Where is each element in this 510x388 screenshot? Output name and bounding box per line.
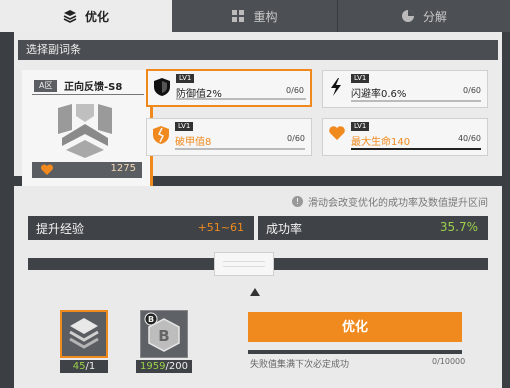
equipment-card[interactable]: A区 正向反馈-S8 1275 xyxy=(22,70,150,188)
level-badge: LV1 xyxy=(175,122,194,131)
stat-progress: 0/60 xyxy=(463,86,481,95)
level-badge: LV1 xyxy=(351,74,370,83)
fail-label: 失败值集满下次必定成功 xyxy=(250,360,350,370)
item-need: /1 xyxy=(85,361,96,372)
item-have: 45 xyxy=(72,361,86,372)
exp-value: +51~61 xyxy=(197,221,244,234)
currency-count: 1959/200 xyxy=(136,360,192,373)
equipment-emblem-icon xyxy=(58,104,112,158)
equipment-value-bar: 1275 xyxy=(32,162,142,178)
item-have: 1959 xyxy=(140,361,166,372)
tab-optimize-label: 优化 xyxy=(84,9,109,24)
slider-handle[interactable] xyxy=(214,252,274,276)
stat-progress-track xyxy=(175,148,305,150)
stat-name: 破甲值8 xyxy=(175,137,212,148)
stat-progress: 0/60 xyxy=(286,86,304,95)
broken-shield-icon xyxy=(153,126,169,144)
tab-rebuild[interactable]: 重构 xyxy=(172,0,338,32)
optimize-button[interactable]: 优化 xyxy=(248,312,462,342)
material-item-count: 45/1 xyxy=(60,360,108,373)
lightning-icon xyxy=(331,78,341,96)
rate-label: 成功率 xyxy=(266,222,303,236)
pie-icon xyxy=(401,10,414,22)
tab-decompose[interactable]: 分解 xyxy=(338,0,510,32)
tab-optimize[interactable]: 优化 xyxy=(0,0,172,32)
item-need: /200 xyxy=(165,361,188,372)
slider-hint: ! 滑动会改变优化的成功率及数值提升区间 xyxy=(292,194,488,209)
stat-progress-track xyxy=(176,98,306,100)
stat-name: 最大生命140 xyxy=(351,137,411,148)
tab-bar: 优化 重构 分解 xyxy=(0,0,510,32)
svg-text:B: B xyxy=(148,315,154,324)
b-coin-icon: B B xyxy=(144,312,180,352)
tab-decompose-label: 分解 xyxy=(422,9,447,24)
svg-text:B: B xyxy=(158,327,169,345)
stat-armor-break[interactable]: LV1 破甲值8 0/60 xyxy=(146,118,312,156)
stat-progress-track xyxy=(351,100,481,102)
level-badge: LV1 xyxy=(351,122,370,131)
heart-icon xyxy=(40,164,54,175)
heart-icon xyxy=(329,126,345,140)
stat-progress: 0/60 xyxy=(287,134,305,143)
tab-rebuild-label: 重构 xyxy=(253,9,278,24)
stat-max-hp[interactable]: LV1 最大生命140 40/60 xyxy=(322,118,488,156)
hint-text: 滑动会改变优化的成功率及数值提升区间 xyxy=(308,198,488,209)
stat-name: 闪避率0.6% xyxy=(351,89,407,100)
exp-gain-bar: 提升经验 +51~61 xyxy=(28,216,254,240)
stat-evasion[interactable]: LV1 闪避率0.6% 0/60 xyxy=(322,70,488,108)
shield-icon xyxy=(154,78,170,96)
stat-defense[interactable]: LV1 防御值2% 0/60 xyxy=(146,69,312,107)
fail-count: 0/10000 xyxy=(432,357,466,366)
divider xyxy=(32,94,144,95)
equipment-name: 正向反馈-S8 xyxy=(64,82,123,93)
rate-value: 35.7% xyxy=(439,220,478,234)
blocks-icon xyxy=(232,10,245,22)
substat-panel: 选择副词条 A区 正向反馈-S8 1275 LV1 防御值2% 0/60 LV1… xyxy=(14,32,502,188)
stack-icon xyxy=(69,318,99,349)
area-badge: A区 xyxy=(34,80,58,92)
panel-header: 选择副词条 xyxy=(18,40,498,60)
exp-label: 提升经验 xyxy=(36,222,85,236)
layers-icon xyxy=(63,10,77,23)
fail-progress-track xyxy=(248,350,462,354)
optimize-panel: ! 滑动会改变优化的成功率及数值提升区间 提升经验 +51~61 成功率 35.… xyxy=(14,186,502,388)
grip-lines xyxy=(223,261,265,267)
equipment-value: 1275 xyxy=(110,163,136,174)
material-item-stack[interactable] xyxy=(60,310,108,358)
info-icon: ! xyxy=(292,196,303,207)
success-rate-bar: 成功率 35.7% xyxy=(258,216,488,240)
level-badge: LV1 xyxy=(176,74,195,83)
stat-progress: 40/60 xyxy=(457,134,481,143)
currency-item[interactable]: B B xyxy=(140,310,188,358)
stat-progress-track xyxy=(351,148,481,150)
triangle-marker-icon xyxy=(250,288,260,296)
